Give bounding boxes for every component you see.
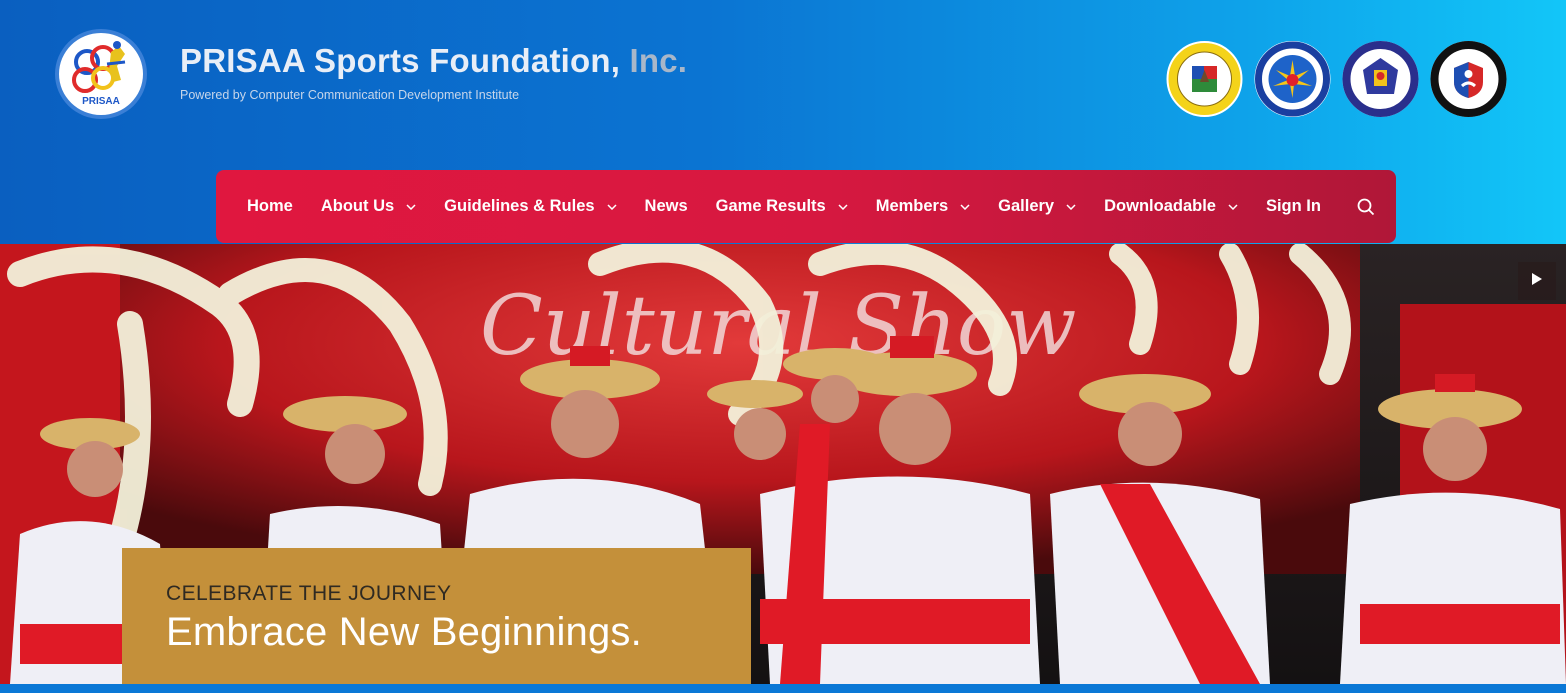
- nav-item-news[interactable]: News: [645, 197, 688, 216]
- main-navigation: Home About Us Guidelines & Rules News Ga…: [216, 170, 1396, 243]
- chevron-down-icon: [607, 203, 617, 210]
- nav-item-sign-in[interactable]: Sign In: [1266, 197, 1321, 216]
- chevron-down-icon: [406, 203, 416, 210]
- psc-seal-icon[interactable]: [1430, 40, 1507, 118]
- partner-seals: [1166, 40, 1507, 118]
- nav-item-gallery[interactable]: Gallery: [998, 197, 1076, 216]
- nav-item-game-results[interactable]: Game Results: [716, 197, 848, 216]
- logo-label: PRISAA: [82, 96, 120, 107]
- chevron-down-icon: [960, 203, 970, 210]
- nav-item-label: About Us: [320, 197, 395, 215]
- ched-seal-icon[interactable]: [1254, 40, 1331, 118]
- hero-kicker: CELEBRATE THE JOURNEY: [166, 582, 452, 605]
- nav-item-label: Sign In: [1265, 197, 1321, 215]
- nav-item-guidelines-rules[interactable]: Guidelines & Rules: [444, 197, 617, 216]
- chevron-down-icon: [838, 203, 848, 210]
- site-title-suffix: Inc.: [629, 42, 688, 79]
- hero-caption: CELEBRATE THE JOURNEY Embrace New Beginn…: [122, 548, 751, 684]
- slider-play-button[interactable]: [1518, 262, 1556, 300]
- nav-item-label: Downloadable: [1104, 197, 1216, 215]
- site-title[interactable]: PRISAA Sports Foundation, Inc.: [180, 42, 687, 80]
- nav-item-label: Members: [875, 197, 949, 215]
- nav-item-label: Home: [247, 197, 293, 215]
- nav-item-label: News: [644, 197, 688, 215]
- nav-item-label: Gallery: [998, 197, 1055, 215]
- chevron-down-icon: [1228, 203, 1238, 210]
- nav-item-about-us[interactable]: About Us: [321, 197, 416, 216]
- deped-seal-icon[interactable]: [1342, 40, 1419, 118]
- search-icon[interactable]: [1357, 198, 1375, 216]
- chevron-down-icon: [1066, 203, 1076, 210]
- prisaa-logo[interactable]: PRISAA: [55, 29, 147, 119]
- nav-item-home[interactable]: Home: [247, 197, 293, 216]
- nav-item-label: Guidelines & Rules: [444, 197, 595, 215]
- nav-item-downloadable[interactable]: Downloadable: [1104, 197, 1238, 216]
- hero-bottom-strip: [0, 684, 1566, 693]
- nav-item-label: Game Results: [715, 197, 826, 215]
- site-tagline: Powered by Computer Communication Develo…: [180, 88, 520, 102]
- nav-item-members[interactable]: Members: [876, 197, 970, 216]
- city-of-legazpi-seal-icon[interactable]: [1166, 40, 1243, 118]
- prisaa-logo-icon: PRISAA: [61, 34, 141, 114]
- play-icon: [1531, 272, 1543, 291]
- hero-headline: Embrace New Beginnings.: [166, 610, 642, 654]
- site-title-main: PRISAA Sports Foundation,: [180, 42, 621, 79]
